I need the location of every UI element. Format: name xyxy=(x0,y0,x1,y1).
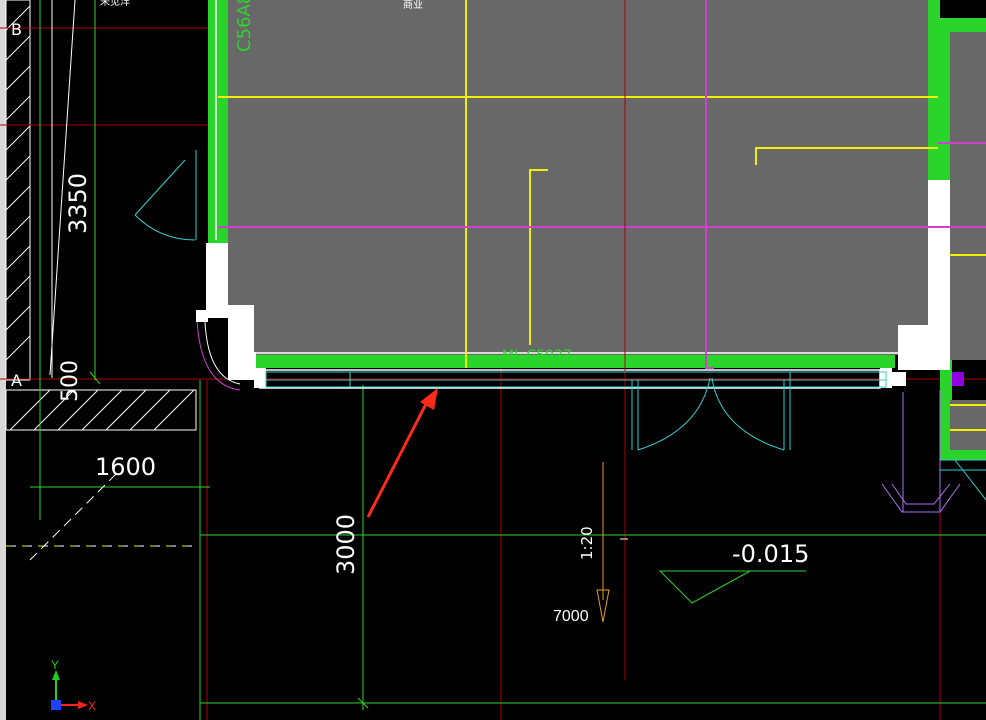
hatched-floor-band xyxy=(5,389,197,431)
dimension-1600: 1600 xyxy=(95,453,156,481)
dimension-7000: 7000 xyxy=(553,608,589,625)
room-right-interior xyxy=(950,32,986,360)
room-tag-vertical: C56A8 xyxy=(234,0,255,52)
dimension-3000: 3000 xyxy=(332,514,360,575)
white-block-right xyxy=(892,372,906,386)
purple-marker xyxy=(952,372,964,386)
axis-label-b: B xyxy=(11,20,22,39)
ucs-x-label: X xyxy=(88,699,96,713)
level-label: -0.015 xyxy=(732,540,809,568)
room-name-label: 商业 xyxy=(403,0,423,11)
window-tag: ML C5027 xyxy=(502,348,572,364)
hatched-wall-left xyxy=(5,0,31,381)
ucs-y-label: Y xyxy=(51,658,59,672)
cad-drawing-canvas[interactable]: 未见洋 商业 C56A8 ML C5027 B A 3350 500 1600 … xyxy=(0,0,986,720)
room-right-bottom xyxy=(950,400,986,450)
room-floor xyxy=(228,0,928,355)
axis-label-a: A xyxy=(11,371,22,390)
viewport-left-edge xyxy=(0,0,6,720)
top-left-label: 未见洋 xyxy=(100,0,130,8)
slope-label: 1:20 xyxy=(578,526,596,560)
small-white-block xyxy=(196,310,208,322)
dimension-500: 500 xyxy=(58,360,83,402)
dimension-3350: 3350 xyxy=(64,173,92,234)
